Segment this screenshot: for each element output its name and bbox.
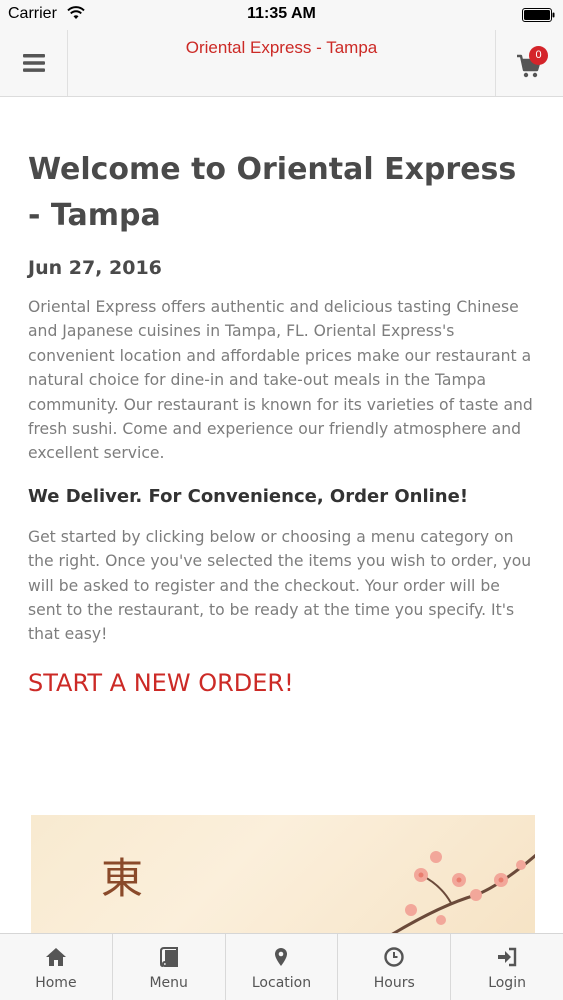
post-date: Jun 27, 2016 xyxy=(28,257,162,279)
top-navbar: Oriental Express - Tampa 0 xyxy=(0,30,563,97)
start-new-order-link[interactable]: START A NEW ORDER! xyxy=(28,669,535,697)
home-icon xyxy=(45,948,66,966)
main-content: Welcome to Oriental Express - Tampa Jun … xyxy=(0,97,563,933)
tab-label: Home xyxy=(35,975,77,991)
welcome-heading: Welcome to Oriental Express - Tampa xyxy=(28,152,517,233)
cart-count-badge: 0 xyxy=(529,46,548,65)
tab-home[interactable]: Home xyxy=(0,934,113,1000)
intro-paragraph: Oriental Express offers authentic and de… xyxy=(28,298,533,463)
map-pin-icon xyxy=(275,948,288,966)
tab-label: Location xyxy=(251,975,312,991)
bottom-tab-bar: Home Menu Location Hours Login xyxy=(0,933,563,1000)
hamburger-icon xyxy=(22,54,45,72)
tab-label: Hours xyxy=(373,975,415,991)
login-icon xyxy=(498,947,517,967)
clock-icon xyxy=(384,947,404,967)
menu-button[interactable] xyxy=(0,30,68,96)
cart-button[interactable]: 0 xyxy=(495,30,563,96)
tab-hours[interactable]: Hours xyxy=(338,934,452,1000)
hero-calligraphy: 東 xyxy=(101,854,144,903)
tab-label: Login xyxy=(488,975,526,991)
battery-icon xyxy=(522,8,555,22)
status-bar: Carrier 11:35 AM xyxy=(0,0,563,30)
status-time: 11:35 AM xyxy=(247,5,316,22)
deliver-heading: We Deliver. For Convenience, Order Onlin… xyxy=(28,485,469,507)
tab-login[interactable]: Login xyxy=(451,934,563,1000)
book-icon xyxy=(159,947,178,967)
tab-menu[interactable]: Menu xyxy=(113,934,226,1000)
instructions-paragraph: Get started by clicking below or choosin… xyxy=(28,527,532,644)
cherry-blossom-image xyxy=(391,851,535,933)
hero-image: 東 xyxy=(31,815,535,933)
tab-location[interactable]: Location xyxy=(226,934,339,1000)
page-title: Oriental Express - Tampa xyxy=(185,38,378,57)
tab-label: Menu xyxy=(149,975,188,991)
